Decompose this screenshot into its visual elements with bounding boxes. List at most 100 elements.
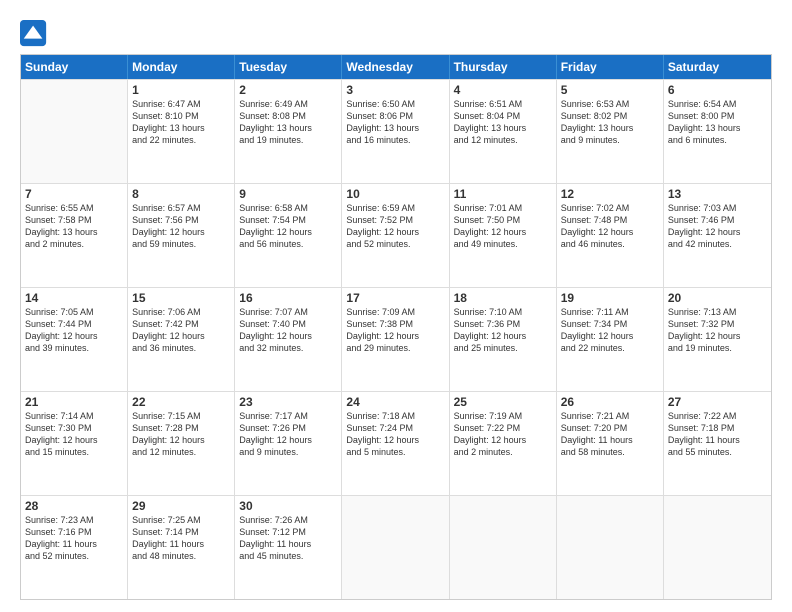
cell-line: Sunrise: 6:47 AM bbox=[132, 98, 230, 110]
day-number: 23 bbox=[239, 395, 337, 409]
cell-line: Daylight: 13 hours bbox=[668, 122, 767, 134]
cell-line: Sunset: 7:56 PM bbox=[132, 214, 230, 226]
calendar-cell: 11Sunrise: 7:01 AMSunset: 7:50 PMDayligh… bbox=[450, 184, 557, 287]
cell-line: and 16 minutes. bbox=[346, 134, 444, 146]
calendar-row-4: 28Sunrise: 7:23 AMSunset: 7:16 PMDayligh… bbox=[21, 495, 771, 599]
cell-line: Sunrise: 6:57 AM bbox=[132, 202, 230, 214]
calendar-cell: 5Sunrise: 6:53 AMSunset: 8:02 PMDaylight… bbox=[557, 80, 664, 183]
cell-line: Sunrise: 6:58 AM bbox=[239, 202, 337, 214]
cell-line: Daylight: 12 hours bbox=[668, 330, 767, 342]
calendar-cell: 29Sunrise: 7:25 AMSunset: 7:14 PMDayligh… bbox=[128, 496, 235, 599]
cell-line: and 12 minutes. bbox=[132, 446, 230, 458]
calendar-cell bbox=[21, 80, 128, 183]
cell-line: Daylight: 12 hours bbox=[239, 434, 337, 446]
cell-line: Sunrise: 6:53 AM bbox=[561, 98, 659, 110]
day-number: 25 bbox=[454, 395, 552, 409]
cell-line: Sunrise: 7:23 AM bbox=[25, 514, 123, 526]
cell-line: Daylight: 11 hours bbox=[25, 538, 123, 550]
cell-line: Sunrise: 6:51 AM bbox=[454, 98, 552, 110]
calendar-cell: 21Sunrise: 7:14 AMSunset: 7:30 PMDayligh… bbox=[21, 392, 128, 495]
cell-line: and 22 minutes. bbox=[132, 134, 230, 146]
cell-line: and 42 minutes. bbox=[668, 238, 767, 250]
calendar-cell: 30Sunrise: 7:26 AMSunset: 7:12 PMDayligh… bbox=[235, 496, 342, 599]
cell-line: Daylight: 12 hours bbox=[132, 330, 230, 342]
cell-line: Daylight: 12 hours bbox=[132, 434, 230, 446]
calendar: SundayMondayTuesdayWednesdayThursdayFrid… bbox=[20, 54, 772, 600]
day-number: 12 bbox=[561, 187, 659, 201]
calendar-cell: 22Sunrise: 7:15 AMSunset: 7:28 PMDayligh… bbox=[128, 392, 235, 495]
cell-line: Sunset: 7:58 PM bbox=[25, 214, 123, 226]
cell-line: Sunset: 7:42 PM bbox=[132, 318, 230, 330]
cell-line: Sunrise: 7:19 AM bbox=[454, 410, 552, 422]
cell-line: Sunrise: 7:10 AM bbox=[454, 306, 552, 318]
cell-line: Sunset: 7:36 PM bbox=[454, 318, 552, 330]
day-number: 8 bbox=[132, 187, 230, 201]
day-number: 26 bbox=[561, 395, 659, 409]
cell-line: Sunrise: 7:02 AM bbox=[561, 202, 659, 214]
cell-line: Sunset: 8:10 PM bbox=[132, 110, 230, 122]
cell-line: Sunset: 8:04 PM bbox=[454, 110, 552, 122]
cell-line: Daylight: 11 hours bbox=[132, 538, 230, 550]
cell-line: and 12 minutes. bbox=[454, 134, 552, 146]
cell-line: and 22 minutes. bbox=[561, 342, 659, 354]
calendar-cell: 13Sunrise: 7:03 AMSunset: 7:46 PMDayligh… bbox=[664, 184, 771, 287]
day-number: 6 bbox=[668, 83, 767, 97]
cell-line: and 59 minutes. bbox=[132, 238, 230, 250]
cell-line: Sunrise: 7:05 AM bbox=[25, 306, 123, 318]
cell-line: Sunrise: 6:55 AM bbox=[25, 202, 123, 214]
cell-line: and 2 minutes. bbox=[25, 238, 123, 250]
calendar-cell: 16Sunrise: 7:07 AMSunset: 7:40 PMDayligh… bbox=[235, 288, 342, 391]
cell-line: and 36 minutes. bbox=[132, 342, 230, 354]
cell-line: Sunset: 7:28 PM bbox=[132, 422, 230, 434]
day-number: 5 bbox=[561, 83, 659, 97]
cell-line: Sunset: 7:38 PM bbox=[346, 318, 444, 330]
cell-line: and 52 minutes. bbox=[346, 238, 444, 250]
calendar-cell: 27Sunrise: 7:22 AMSunset: 7:18 PMDayligh… bbox=[664, 392, 771, 495]
calendar-cell: 19Sunrise: 7:11 AMSunset: 7:34 PMDayligh… bbox=[557, 288, 664, 391]
calendar-cell: 10Sunrise: 6:59 AMSunset: 7:52 PMDayligh… bbox=[342, 184, 449, 287]
calendar-cell: 23Sunrise: 7:17 AMSunset: 7:26 PMDayligh… bbox=[235, 392, 342, 495]
cell-line: Sunset: 7:22 PM bbox=[454, 422, 552, 434]
day-number: 3 bbox=[346, 83, 444, 97]
day-number: 7 bbox=[25, 187, 123, 201]
cell-line: and 46 minutes. bbox=[561, 238, 659, 250]
cell-line: Sunrise: 7:14 AM bbox=[25, 410, 123, 422]
cell-line: Sunset: 7:12 PM bbox=[239, 526, 337, 538]
cell-line: Sunrise: 6:59 AM bbox=[346, 202, 444, 214]
cell-line: Sunset: 8:02 PM bbox=[561, 110, 659, 122]
cell-line: Daylight: 11 hours bbox=[668, 434, 767, 446]
day-number: 4 bbox=[454, 83, 552, 97]
cell-line: and 45 minutes. bbox=[239, 550, 337, 562]
cell-line: Sunset: 7:20 PM bbox=[561, 422, 659, 434]
calendar-cell: 6Sunrise: 6:54 AMSunset: 8:00 PMDaylight… bbox=[664, 80, 771, 183]
day-number: 20 bbox=[668, 291, 767, 305]
logo bbox=[20, 20, 50, 48]
calendar-cell: 24Sunrise: 7:18 AMSunset: 7:24 PMDayligh… bbox=[342, 392, 449, 495]
calendar-cell: 9Sunrise: 6:58 AMSunset: 7:54 PMDaylight… bbox=[235, 184, 342, 287]
cell-line: Sunset: 7:24 PM bbox=[346, 422, 444, 434]
cell-line: Sunrise: 7:07 AM bbox=[239, 306, 337, 318]
cell-line: and 9 minutes. bbox=[239, 446, 337, 458]
cell-line: Sunset: 7:32 PM bbox=[668, 318, 767, 330]
cell-line: Sunset: 7:26 PM bbox=[239, 422, 337, 434]
calendar-cell: 25Sunrise: 7:19 AMSunset: 7:22 PMDayligh… bbox=[450, 392, 557, 495]
day-number: 30 bbox=[239, 499, 337, 513]
cell-line: Daylight: 12 hours bbox=[346, 330, 444, 342]
header-day-wednesday: Wednesday bbox=[342, 55, 449, 79]
cell-line: and 52 minutes. bbox=[25, 550, 123, 562]
cell-line: Sunrise: 6:49 AM bbox=[239, 98, 337, 110]
cell-line: Sunrise: 7:01 AM bbox=[454, 202, 552, 214]
calendar-cell bbox=[342, 496, 449, 599]
cell-line: Sunset: 7:44 PM bbox=[25, 318, 123, 330]
day-number: 17 bbox=[346, 291, 444, 305]
cell-line: Daylight: 13 hours bbox=[239, 122, 337, 134]
cell-line: Daylight: 12 hours bbox=[454, 226, 552, 238]
day-number: 29 bbox=[132, 499, 230, 513]
cell-line: and 19 minutes. bbox=[668, 342, 767, 354]
cell-line: and 9 minutes. bbox=[561, 134, 659, 146]
cell-line: Daylight: 12 hours bbox=[25, 330, 123, 342]
cell-line: Sunrise: 7:21 AM bbox=[561, 410, 659, 422]
cell-line: Daylight: 12 hours bbox=[561, 330, 659, 342]
calendar-cell bbox=[557, 496, 664, 599]
day-number: 19 bbox=[561, 291, 659, 305]
